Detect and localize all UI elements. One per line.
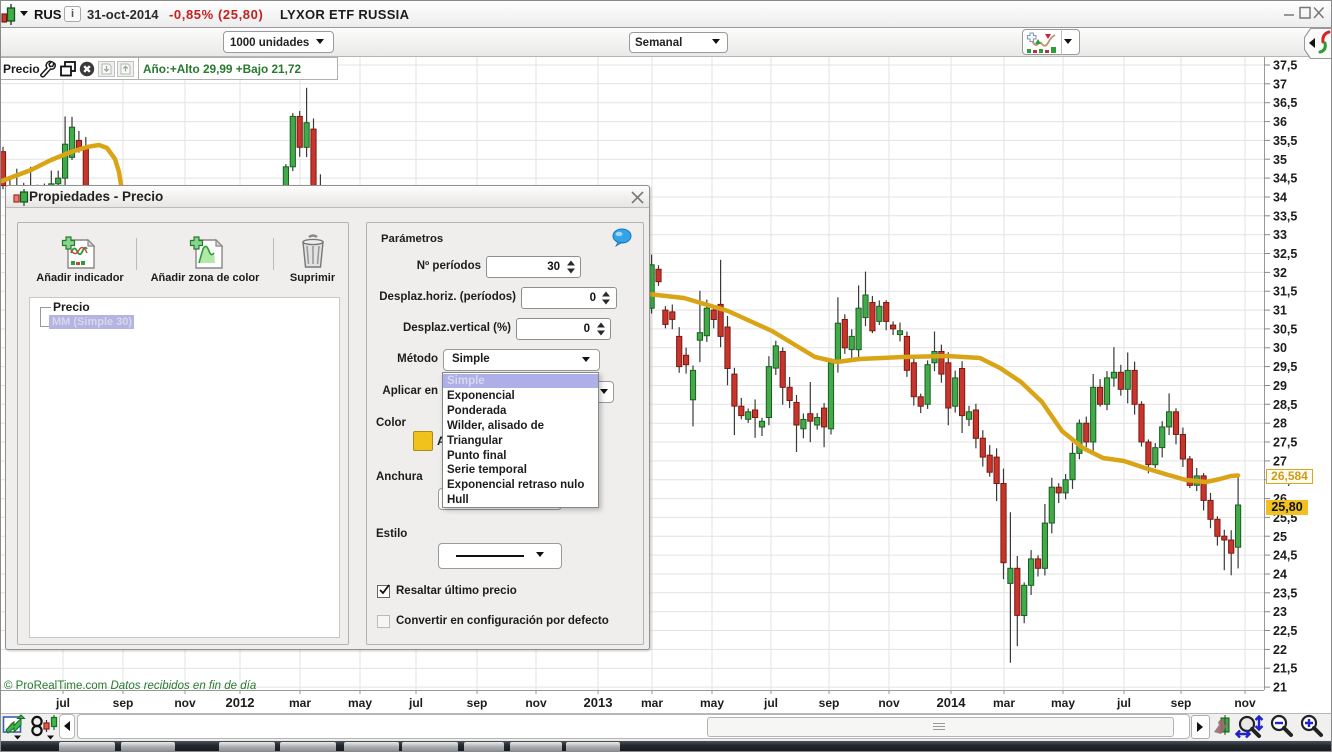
svg-text:mar: mar (993, 696, 1015, 710)
svg-text:23,5: 23,5 (1273, 586, 1297, 600)
svg-text:30: 30 (1273, 341, 1287, 355)
svg-text:may: may (348, 696, 372, 710)
svg-text:sep: sep (113, 696, 134, 710)
svg-text:27,5: 27,5 (1273, 436, 1297, 450)
svg-text:36,5: 36,5 (1273, 96, 1297, 110)
svg-text:2013: 2013 (584, 695, 613, 710)
svg-text:33,5: 33,5 (1273, 209, 1297, 223)
svg-text:sep: sep (1171, 696, 1192, 710)
svg-text:31: 31 (1273, 304, 1287, 318)
svg-text:34,5: 34,5 (1273, 172, 1297, 186)
svg-text:37,5: 37,5 (1273, 59, 1297, 73)
svg-text:24: 24 (1273, 568, 1287, 582)
svg-text:35,5: 35,5 (1273, 134, 1297, 148)
svg-text:nov: nov (525, 696, 547, 710)
svg-text:31,5: 31,5 (1273, 285, 1297, 299)
svg-text:mar: mar (641, 696, 663, 710)
svg-text:27: 27 (1273, 454, 1287, 468)
svg-text:sep: sep (467, 696, 488, 710)
svg-text:29,5: 29,5 (1273, 360, 1297, 374)
svg-text:may: may (1051, 696, 1075, 710)
svg-text:22: 22 (1273, 643, 1287, 657)
svg-text:nov: nov (174, 696, 196, 710)
svg-text:22,5: 22,5 (1273, 624, 1297, 638)
svg-text:28: 28 (1273, 417, 1287, 431)
svg-text:mar: mar (289, 696, 311, 710)
svg-text:25: 25 (1273, 530, 1287, 544)
svg-text:35: 35 (1273, 153, 1287, 167)
svg-text:28,5: 28,5 (1273, 398, 1297, 412)
svg-text:jul: jul (55, 696, 70, 710)
svg-text:32: 32 (1273, 266, 1287, 280)
svg-text:sep: sep (819, 696, 840, 710)
svg-text:nov: nov (1234, 696, 1256, 710)
svg-text:37: 37 (1273, 77, 1287, 91)
svg-text:2014: 2014 (937, 695, 967, 710)
svg-text:34: 34 (1273, 191, 1287, 205)
svg-text:36: 36 (1273, 115, 1287, 129)
svg-text:24,5: 24,5 (1273, 549, 1297, 563)
svg-text:jul: jul (763, 696, 778, 710)
svg-text:21: 21 (1273, 681, 1287, 695)
svg-text:23: 23 (1273, 605, 1287, 619)
svg-text:may: may (700, 696, 724, 710)
svg-text:32,5: 32,5 (1273, 247, 1297, 261)
svg-text:21,5: 21,5 (1273, 662, 1297, 676)
svg-text:30,5: 30,5 (1273, 322, 1297, 336)
svg-text:jul: jul (1116, 696, 1131, 710)
svg-text:2012: 2012 (226, 695, 255, 710)
svg-text:33: 33 (1273, 228, 1287, 242)
svg-text:jul: jul (408, 696, 423, 710)
svg-text:nov: nov (878, 696, 900, 710)
svg-text:29: 29 (1273, 379, 1287, 393)
